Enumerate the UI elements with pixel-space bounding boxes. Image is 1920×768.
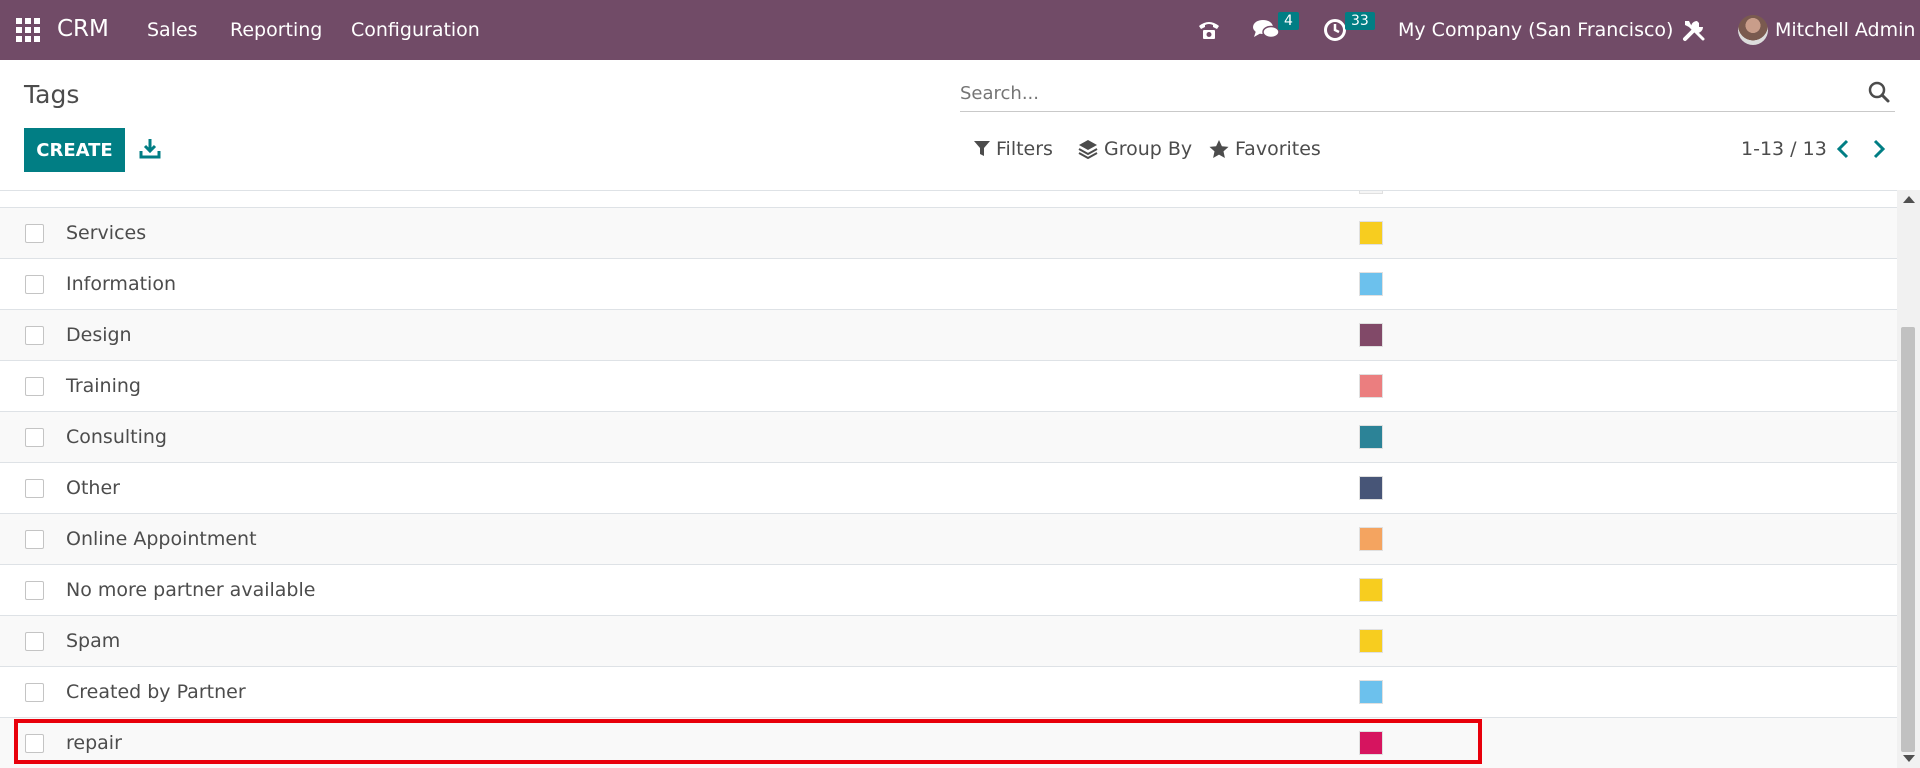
layers-icon <box>1078 140 1098 159</box>
row-checkbox[interactable] <box>25 581 44 600</box>
row-checkbox[interactable] <box>25 326 44 345</box>
menu-configuration[interactable]: Configuration <box>351 19 480 41</box>
top-navbar: CRM Sales Reporting Configuration 4 33 M… <box>0 0 1920 60</box>
list-scrollbar[interactable] <box>1897 190 1920 768</box>
group-by-toggle[interactable]: Group By <box>1078 138 1192 160</box>
apps-grid-icon[interactable] <box>16 18 40 42</box>
table-row[interactable]: repair <box>0 718 1897 768</box>
tag-name: Information <box>66 273 176 295</box>
tag-color-swatch <box>1359 272 1383 296</box>
search-icon[interactable] <box>1867 80 1891 104</box>
create-button[interactable]: CREATE <box>24 128 125 172</box>
menu-sales[interactable]: Sales <box>147 19 198 41</box>
favorites-toggle[interactable]: Favorites <box>1209 138 1321 160</box>
table-row[interactable]: Consulting <box>0 412 1897 463</box>
scroll-thumb[interactable] <box>1901 327 1915 752</box>
page-title: Tags <box>24 80 80 109</box>
scroll-up-arrow-icon[interactable] <box>1903 196 1915 203</box>
user-avatar[interactable] <box>1738 15 1768 45</box>
row-checkbox[interactable] <box>25 377 44 396</box>
filters-toggle[interactable]: Filters <box>974 138 1053 160</box>
favorites-label: Favorites <box>1235 138 1321 160</box>
tag-color-swatch <box>1359 527 1383 551</box>
company-switcher[interactable]: My Company (San Francisco) <box>1398 19 1673 41</box>
tag-name: Other <box>66 477 120 499</box>
tag-color-swatch <box>1359 374 1383 398</box>
tag-name: Design <box>66 324 132 346</box>
table-row[interactable]: Other <box>0 463 1897 514</box>
tag-color-swatch <box>1359 731 1383 755</box>
phone-icon[interactable] <box>1196 17 1222 43</box>
table-row[interactable]: Services <box>0 208 1897 259</box>
tags-list: Services Information Design Training Con… <box>0 190 1897 768</box>
tag-color-swatch <box>1359 476 1383 500</box>
filters-label: Filters <box>996 138 1053 160</box>
app-brand[interactable]: CRM <box>57 16 109 42</box>
table-row[interactable]: Training <box>0 361 1897 412</box>
messages-icon[interactable] <box>1252 18 1280 42</box>
pager-next-icon[interactable] <box>1868 138 1888 160</box>
star-icon <box>1209 139 1229 158</box>
row-checkbox[interactable] <box>25 683 44 702</box>
activities-badge: 33 <box>1345 12 1375 30</box>
table-row[interactable] <box>0 191 1897 208</box>
table-row[interactable]: Information <box>0 259 1897 310</box>
tag-name: repair <box>66 732 122 754</box>
row-checkbox[interactable] <box>25 275 44 294</box>
activity-clock-icon[interactable] <box>1323 18 1347 42</box>
row-checkbox[interactable] <box>25 479 44 498</box>
tag-color-swatch <box>1359 425 1383 449</box>
tag-name: Services <box>66 222 147 244</box>
menu-reporting[interactable]: Reporting <box>230 19 322 41</box>
filter-icon <box>974 141 990 156</box>
row-checkbox[interactable] <box>25 734 44 753</box>
group-by-label: Group By <box>1104 138 1193 160</box>
tag-name: Training <box>66 375 141 397</box>
tag-name: Created by Partner <box>66 681 246 703</box>
tag-name: No more partner available <box>66 579 316 601</box>
row-checkbox[interactable] <box>25 224 44 243</box>
tag-color-swatch <box>1359 221 1383 245</box>
tag-color-swatch <box>1359 629 1383 653</box>
scroll-down-arrow-icon[interactable] <box>1903 755 1915 762</box>
tag-name: Spam <box>66 630 121 652</box>
table-row[interactable]: No more partner available <box>0 565 1897 616</box>
table-row[interactable]: Design <box>0 310 1897 361</box>
download-icon[interactable] <box>139 137 161 159</box>
row-checkbox[interactable] <box>25 530 44 549</box>
user-menu[interactable]: Mitchell Admin <box>1775 19 1915 41</box>
tag-color-swatch <box>1359 323 1383 347</box>
tools-icon[interactable] <box>1681 17 1707 43</box>
pager-value[interactable]: 1-13 / 13 <box>1741 138 1827 160</box>
table-row[interactable]: Online Appointment <box>0 514 1897 565</box>
search-input[interactable] <box>960 80 1840 106</box>
tag-name: Online Appointment <box>66 528 257 550</box>
tag-name: Consulting <box>66 426 167 448</box>
pager-previous-icon[interactable] <box>1834 138 1854 160</box>
row-checkbox[interactable] <box>25 428 44 447</box>
tag-color-swatch <box>1359 578 1383 602</box>
search-bar <box>960 76 1895 112</box>
row-checkbox[interactable] <box>25 632 44 651</box>
tag-color-swatch <box>1359 680 1383 704</box>
tag-color-swatch <box>1359 191 1383 194</box>
table-row[interactable]: Spam <box>0 616 1897 667</box>
table-row[interactable]: Created by Partner <box>0 667 1897 718</box>
messages-badge: 4 <box>1278 12 1299 30</box>
